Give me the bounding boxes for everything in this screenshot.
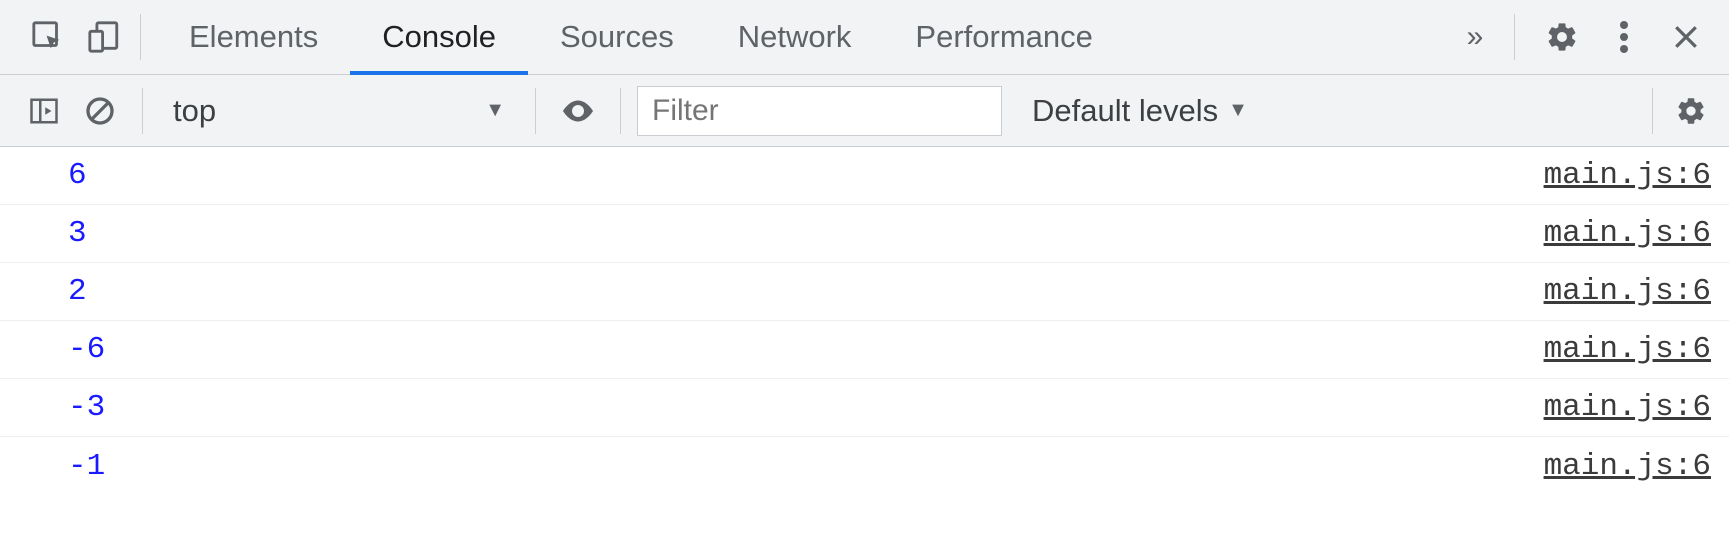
panel-tabs: Elements Console Sources Network Perform… — [157, 0, 1125, 74]
console-log-row: -6 main.js:6 — [0, 321, 1729, 379]
tab-performance[interactable]: Performance — [883, 0, 1124, 74]
toggle-device-toolbar-icon[interactable] — [76, 9, 132, 65]
log-value: -1 — [68, 449, 105, 484]
tab-sources[interactable]: Sources — [528, 0, 706, 74]
divider — [140, 14, 141, 60]
divider — [1652, 88, 1653, 134]
execution-context-selector[interactable]: top ▼ — [159, 93, 519, 129]
console-log-area: 6 main.js:6 3 main.js:6 2 main.js:6 -6 m… — [0, 147, 1729, 495]
console-log-row: -3 main.js:6 — [0, 379, 1729, 437]
filter-input[interactable] — [637, 86, 1002, 136]
log-source-link[interactable]: main.js:6 — [1544, 274, 1711, 309]
log-source-link[interactable]: main.js:6 — [1544, 449, 1711, 484]
log-source-link[interactable]: main.js:6 — [1544, 332, 1711, 367]
console-log-row: 6 main.js:6 — [0, 147, 1729, 205]
clear-console-icon[interactable] — [74, 85, 126, 137]
console-log-row: 3 main.js:6 — [0, 205, 1729, 263]
live-expression-eye-icon[interactable] — [552, 85, 604, 137]
divider — [620, 88, 621, 134]
log-value: 2 — [68, 274, 87, 309]
log-source-link[interactable]: main.js:6 — [1544, 390, 1711, 425]
log-value: -3 — [68, 390, 105, 425]
tab-network[interactable]: Network — [706, 0, 884, 74]
tab-elements[interactable]: Elements — [157, 0, 350, 74]
log-levels-label: Default levels — [1032, 93, 1218, 129]
inspect-element-icon[interactable] — [20, 9, 76, 65]
more-tabs-icon[interactable]: » — [1444, 9, 1506, 65]
divider — [535, 88, 536, 134]
chevron-down-icon: ▼ — [485, 99, 505, 122]
kebab-menu-icon[interactable] — [1593, 9, 1655, 65]
divider — [142, 88, 143, 134]
console-toolbar: top ▼ Default levels ▼ — [0, 75, 1729, 147]
log-value: -6 — [68, 332, 105, 367]
log-value: 3 — [68, 216, 87, 251]
log-source-link[interactable]: main.js:6 — [1544, 158, 1711, 193]
log-value: 6 — [68, 158, 87, 193]
divider — [1514, 14, 1515, 60]
console-settings-gear-icon[interactable] — [1665, 85, 1717, 137]
execution-context-label: top — [173, 93, 216, 129]
chevron-down-icon: ▼ — [1228, 99, 1248, 122]
console-log-row: -1 main.js:6 — [0, 437, 1729, 495]
tab-console[interactable]: Console — [350, 0, 528, 74]
console-log-row: 2 main.js:6 — [0, 263, 1729, 321]
toggle-console-sidebar-icon[interactable] — [18, 85, 70, 137]
log-levels-selector[interactable]: Default levels ▼ — [1032, 93, 1248, 129]
devtools-tabbar: Elements Console Sources Network Perform… — [0, 0, 1729, 75]
log-source-link[interactable]: main.js:6 — [1544, 216, 1711, 251]
settings-gear-icon[interactable] — [1531, 9, 1593, 65]
close-devtools-icon[interactable] — [1655, 9, 1717, 65]
